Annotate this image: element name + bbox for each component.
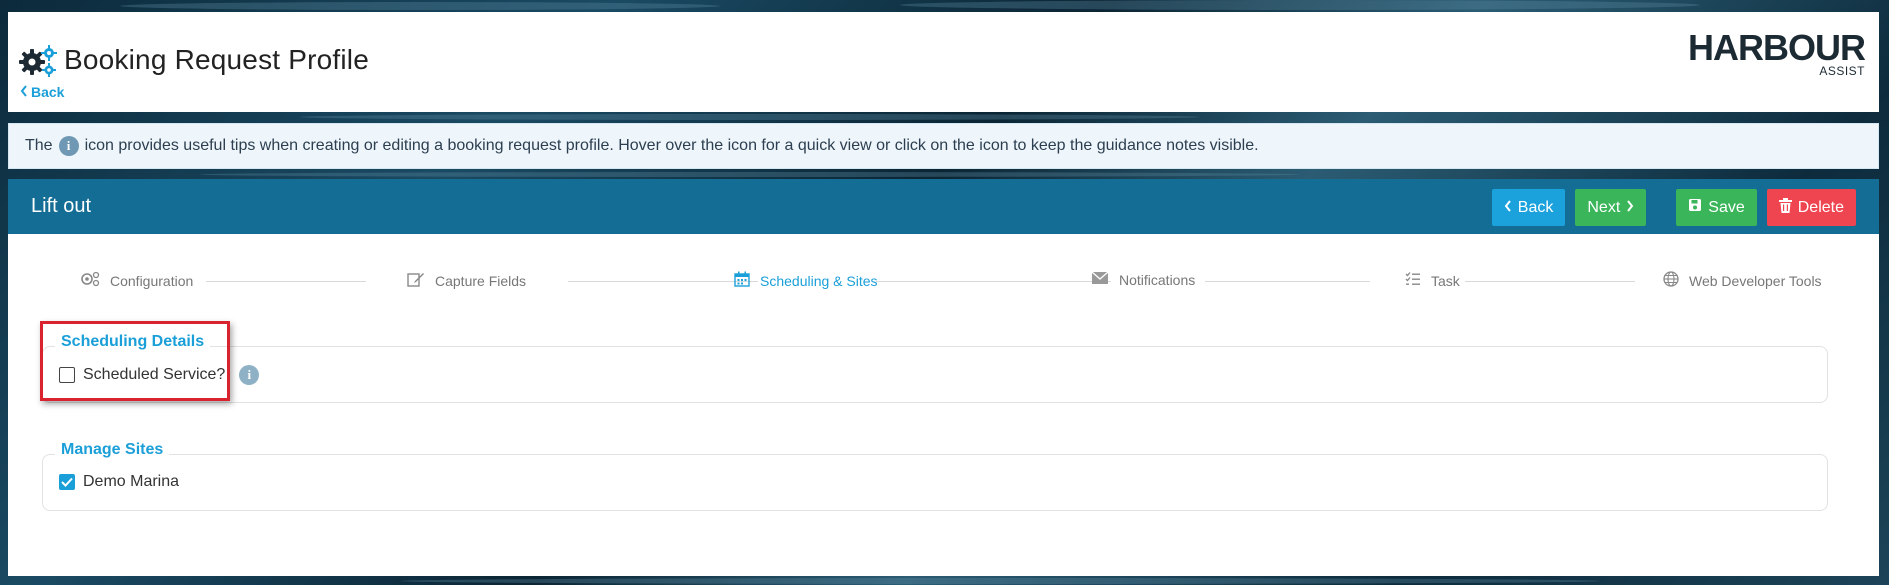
gears-icon	[80, 271, 100, 290]
highlight-box	[40, 321, 230, 401]
background-streak	[300, 114, 1200, 120]
back-button-label: Back	[1517, 198, 1554, 216]
step-connector	[1205, 281, 1370, 282]
background-streak	[120, 2, 720, 10]
step-connector	[1465, 281, 1635, 282]
step-scheduling-sites[interactable]: Scheduling & Sites	[734, 271, 878, 290]
save-button-label: Save	[1708, 198, 1745, 216]
scheduling-details-fieldset: Scheduling Details Scheduled Service? i	[42, 333, 1828, 403]
next-button-label: Next	[1587, 198, 1621, 216]
panel-title: Lift out	[31, 195, 92, 217]
back-link[interactable]: Back	[20, 84, 64, 100]
save-button[interactable]: Save	[1676, 189, 1757, 226]
step-label: Capture Fields	[435, 272, 527, 289]
action-buttons: Back Next Save Delete	[1491, 189, 1856, 226]
profile-panel: Lift out Back Next Save Delete Configura…	[8, 179, 1879, 576]
calendar-icon	[734, 271, 750, 290]
step-connector	[568, 281, 758, 282]
step-label: Web Developer Tools	[1689, 272, 1822, 289]
delete-button-label: Delete	[1797, 198, 1844, 216]
background-streak	[200, 172, 1300, 177]
step-web-developer-tools[interactable]: Web Developer Tools	[1663, 271, 1822, 290]
button-spacer	[1656, 189, 1666, 226]
tip-text-before: The	[25, 137, 53, 154]
gears-icon	[18, 42, 58, 78]
site-label: Demo Marina	[83, 473, 180, 490]
step-connector	[206, 281, 366, 282]
guidance-tip-bar: The i icon provides useful tips when cre…	[8, 123, 1879, 169]
step-label: Task	[1431, 272, 1460, 289]
title-row: Booking Request Profile	[18, 42, 369, 78]
delete-button[interactable]: Delete	[1766, 189, 1856, 226]
back-link-label: Back	[31, 84, 65, 100]
site-row: Demo Marina	[59, 473, 179, 491]
globe-icon	[1663, 271, 1679, 290]
step-notifications[interactable]: Notifications	[1091, 271, 1195, 288]
wizard-steps: Configuration Capture Fields Scheduling …	[68, 271, 1834, 291]
step-capture-fields[interactable]: Capture Fields	[407, 271, 526, 290]
step-configuration[interactable]: Configuration	[80, 271, 193, 290]
info-icon: i	[58, 136, 79, 156]
page-header: Booking Request Profile Back HARBOUR ASS…	[8, 12, 1879, 112]
edit-icon	[407, 271, 425, 290]
next-button[interactable]: Next	[1575, 189, 1647, 226]
checklist-icon	[1405, 271, 1421, 290]
step-connector	[876, 281, 1111, 282]
manage-sites-legend: Manage Sites	[55, 441, 170, 459]
step-label: Configuration	[110, 272, 194, 289]
background-streak	[400, 578, 1600, 584]
chevron-left-icon	[1504, 199, 1512, 217]
back-button[interactable]: Back	[1491, 189, 1566, 226]
demo-marina-checkbox[interactable]	[59, 474, 75, 490]
tip-text-after: icon provides useful tips when creating …	[84, 137, 1259, 154]
step-label: Scheduling & Sites	[760, 272, 878, 289]
chevron-right-icon	[1626, 199, 1634, 217]
info-icon[interactable]: i	[239, 365, 260, 385]
background-streak	[900, 0, 1700, 10]
step-task[interactable]: Task	[1405, 271, 1460, 290]
floppy-disk-icon	[1688, 198, 1702, 217]
logo-main-text: HARBOUR	[1688, 27, 1866, 68]
panel-header: Lift out Back Next Save Delete	[8, 179, 1879, 234]
harbour-assist-logo: HARBOUR ASSIST	[1688, 27, 1866, 79]
envelope-icon	[1091, 271, 1109, 288]
manage-sites-fieldset: Manage Sites Demo Marina	[42, 441, 1828, 511]
step-label: Notifications	[1119, 271, 1196, 288]
trash-icon	[1778, 197, 1792, 218]
chevron-left-icon	[20, 84, 28, 100]
page-title: Booking Request Profile	[64, 44, 369, 75]
